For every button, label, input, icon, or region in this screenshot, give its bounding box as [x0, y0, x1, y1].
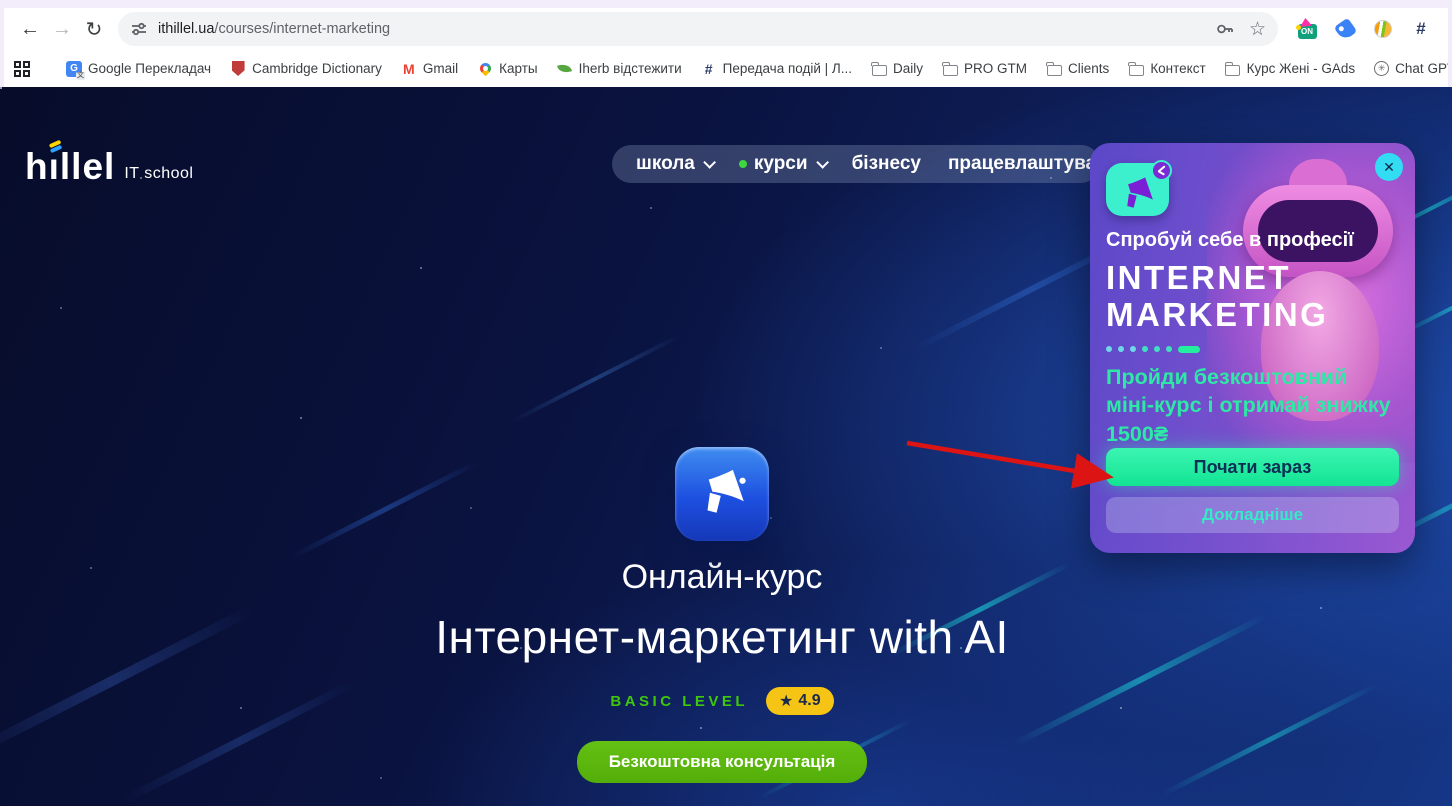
flag-accent-icon [48, 139, 63, 153]
bookmark-events[interactable]: # Передача подій | Л... [695, 58, 858, 80]
promo-popup: ✕ Спробуй себе в професії INTERNET MARKE… [1090, 143, 1415, 553]
megaphone-icon [1127, 177, 1153, 208]
active-dot-icon [738, 160, 747, 168]
nav-item-business[interactable]: бізнесу [852, 153, 921, 175]
bookmark-folder-clients[interactable]: Clients [1040, 58, 1115, 80]
carousel-dots[interactable] [1106, 345, 1399, 353]
bookmark-folder-gads[interactable]: Курс Жені - GAds [1219, 58, 1362, 80]
extension-hash-icon[interactable]: # [1410, 18, 1432, 40]
bookmarks-bar: GGoogle Перекладач Cambridge Dictionary … [4, 50, 1448, 87]
star-icon: ★ [779, 693, 794, 710]
site-settings-icon[interactable] [130, 20, 148, 38]
rating-badge: ★ 4.9 [766, 687, 834, 715]
browser-window: ← → ↻ ithillel.ua/courses/internet-marke… [0, 0, 1452, 806]
streak-decoration [509, 334, 681, 424]
shield-icon [230, 61, 246, 77]
course-title: Інтернет-маркетинг with AI [435, 611, 1009, 663]
bookmark-folder-pro-gtm[interactable]: PRO GTM [936, 58, 1033, 80]
nav-item-courses[interactable]: курси [738, 153, 829, 175]
folder-icon [1224, 61, 1241, 77]
background-stars [0, 87, 2, 89]
logo-wordmark: hıllel [25, 139, 115, 185]
leaf-icon [557, 61, 573, 77]
extension-circle-icon[interactable] [1372, 18, 1394, 40]
extensions-row: ON # [1290, 17, 1438, 41]
url-text[interactable]: ithillel.ua/courses/internet-marketing [158, 21, 1215, 37]
gmail-icon: M [403, 60, 415, 77]
bookmark-iherb[interactable]: Iherb відстежити [551, 58, 688, 80]
main-navigation: школа курси бізнесу працевлаштування [612, 145, 1130, 183]
url-path: /courses/internet-marketing [214, 21, 391, 37]
apps-grid-icon[interactable] [14, 60, 30, 77]
extension-tag-icon[interactable] [1333, 17, 1357, 41]
course-format-label: Онлайн-курс [621, 558, 823, 596]
bookmark-chatgpt[interactable]: ✳Chat GPT [1368, 58, 1448, 79]
popup-promo-text: Пройди безкоштовний міні-курс і отримай … [1106, 364, 1391, 446]
bookmark-google-translate[interactable]: GGoogle Перекладач [60, 58, 217, 80]
bookmark-cambridge[interactable]: Cambridge Dictionary [224, 58, 388, 80]
folder-icon [941, 61, 958, 77]
folder-icon [870, 61, 887, 77]
back-button[interactable]: ← [14, 13, 46, 45]
bookmark-star-icon[interactable]: ☆ [1249, 20, 1266, 39]
marketing-app-icon [1106, 160, 1172, 216]
extension-on-icon[interactable]: ON [1296, 18, 1318, 40]
bookmark-folder-daily[interactable]: Daily [865, 58, 929, 80]
bookmark-gmail[interactable]: M Gmail [395, 58, 464, 80]
page-content: hıllel IT school школа курси бізнесу пра… [0, 87, 1452, 806]
browser-chrome: ← → ↻ ithillel.ua/courses/internet-marke… [0, 0, 1452, 87]
reload-button[interactable]: ↻ [78, 13, 110, 45]
forward-button[interactable]: → [46, 13, 78, 45]
folder-icon [1045, 61, 1062, 77]
free-consultation-button[interactable]: Безкоштовна консультація [576, 741, 868, 783]
translate-icon: G [66, 60, 85, 80]
bookmark-maps[interactable]: Карты [471, 58, 543, 80]
streak-decoration [0, 604, 255, 760]
browser-toolbar: ← → ↻ ithillel.ua/courses/internet-marke… [4, 8, 1448, 50]
runner-badge-icon [1151, 160, 1172, 181]
rating-value: 4.9 [798, 692, 821, 709]
popup-eyebrow: Спробуй себе в професії [1106, 228, 1354, 251]
openai-icon: ✳ [1374, 61, 1390, 76]
hash-icon: # [704, 60, 713, 77]
start-now-button[interactable]: Почати зараз [1106, 448, 1399, 486]
logo-suffix: IT school [124, 165, 194, 182]
more-details-button[interactable]: Докладніше [1106, 497, 1399, 533]
password-key-icon[interactable] [1215, 19, 1235, 39]
chevron-down-icon [815, 155, 829, 169]
course-level-row: BASIC LEVEL ★ 4.9 [610, 687, 834, 715]
bookmark-folder-kontekst[interactable]: Контекст [1122, 58, 1211, 80]
megaphone-icon [707, 469, 746, 513]
address-bar[interactable]: ithillel.ua/courses/internet-marketing ☆ [118, 12, 1278, 46]
hillel-logo[interactable]: hıllel IT school [25, 139, 194, 185]
chevron-down-icon [703, 155, 716, 169]
course-app-icon [675, 447, 769, 541]
nav-item-school[interactable]: школа [636, 153, 716, 175]
course-level-label: BASIC LEVEL [610, 692, 749, 710]
map-pin-icon [477, 60, 493, 77]
hero-section: Онлайн-курс Інтернет-маркетинг with AI B… [222, 447, 1222, 783]
popup-course-title: INTERNET MARKETING [1106, 258, 1329, 333]
folder-icon [1128, 61, 1144, 77]
url-domain: ithillel.ua [158, 21, 215, 37]
